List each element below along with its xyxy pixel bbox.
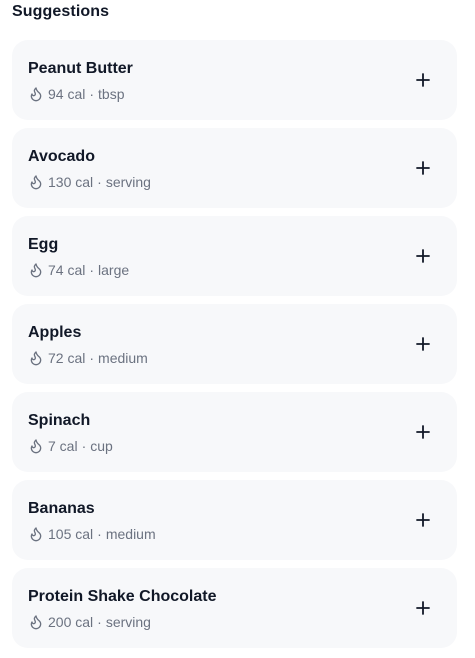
calories-value: 200 cal: [48, 614, 94, 630]
calories-value: 72 cal: [48, 350, 86, 366]
serving-unit: serving: [105, 174, 151, 190]
suggestion-card[interactable]: Apples 72 cal · medium: [12, 304, 457, 384]
calories-value: 74 cal: [48, 262, 86, 278]
food-meta: 200 cal · serving: [28, 614, 151, 630]
plus-icon: [416, 425, 430, 439]
food-meta: 74 cal · large: [28, 262, 129, 278]
suggestion-card[interactable]: Egg 74 cal · large: [12, 216, 457, 296]
serving-unit: serving: [105, 614, 151, 630]
suggestions-panel: Suggestions Peanut Butter 94 cal · tbsp …: [0, 0, 475, 658]
flame-icon: [30, 439, 42, 454]
suggestions-list: Peanut Butter 94 cal · tbsp Avocado 130 …: [12, 40, 457, 656]
food-meta: 130 cal · serving: [28, 174, 151, 190]
serving-unit: large: [98, 262, 130, 278]
add-button[interactable]: [413, 70, 433, 90]
plus-icon: [416, 513, 430, 527]
add-button[interactable]: [413, 510, 433, 530]
calories-value: 130 cal: [48, 174, 94, 190]
add-button[interactable]: [413, 246, 433, 266]
serving-unit: medium: [98, 350, 148, 366]
meta-separator: ·: [97, 526, 102, 542]
meta-separator: ·: [97, 614, 102, 630]
suggestion-card[interactable]: Avocado 130 cal · serving: [12, 128, 457, 208]
food-name: Apples: [28, 324, 82, 341]
food-meta: 7 cal · cup: [28, 438, 113, 454]
flame-icon: [30, 351, 42, 366]
meta-separator: ·: [89, 262, 95, 278]
plus-icon: [416, 249, 430, 263]
meta-separator: ·: [89, 350, 95, 366]
serving-unit: tbsp: [98, 86, 125, 102]
calories-value: 94 cal: [48, 86, 86, 102]
flame-icon: [30, 527, 42, 542]
plus-icon: [416, 337, 430, 351]
flame-icon: [30, 87, 42, 102]
meta-separator: ·: [97, 174, 102, 190]
suggestion-card[interactable]: Spinach 7 cal · cup: [12, 392, 457, 472]
food-name: Protein Shake Chocolate: [28, 588, 217, 605]
suggestion-card[interactable]: Peanut Butter 94 cal · tbsp: [12, 40, 457, 120]
add-button[interactable]: [413, 334, 433, 354]
food-name: Spinach: [28, 412, 91, 429]
food-meta: 72 cal · medium: [28, 350, 148, 366]
serving-unit: cup: [90, 438, 113, 454]
food-meta: 94 cal · tbsp: [28, 86, 125, 102]
flame-icon: [30, 615, 42, 630]
meta-separator: ·: [81, 438, 87, 454]
plus-icon: [416, 161, 430, 175]
food-meta: 105 cal · medium: [28, 526, 156, 542]
meta-separator: ·: [89, 86, 95, 102]
add-button[interactable]: [413, 598, 433, 618]
suggestion-card[interactable]: Bananas 105 cal · medium: [12, 480, 457, 560]
suggestion-card[interactable]: Protein Shake Chocolate 200 cal · servin…: [12, 568, 457, 648]
flame-icon: [30, 263, 42, 278]
food-name: Peanut Butter: [28, 60, 133, 77]
add-button[interactable]: [413, 158, 433, 178]
food-name: Avocado: [28, 148, 95, 165]
food-name: Egg: [28, 236, 59, 253]
add-button[interactable]: [413, 422, 433, 442]
plus-icon: [416, 73, 430, 87]
flame-icon: [30, 175, 42, 190]
section-title: Suggestions: [12, 3, 110, 20]
calories-value: 7 cal: [48, 438, 78, 454]
food-name: Bananas: [28, 500, 95, 517]
calories-value: 105 cal: [48, 526, 94, 542]
serving-unit: medium: [105, 526, 156, 542]
plus-icon: [416, 601, 430, 615]
